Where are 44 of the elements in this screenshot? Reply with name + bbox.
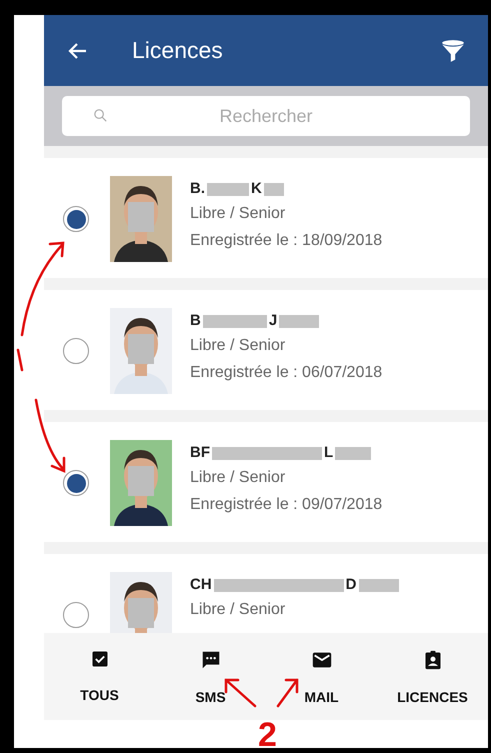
licence-card[interactable]: B. K Libre / Senior Enregistrée le : 18/09/2018: [44, 158, 488, 278]
redaction-mark: [279, 314, 320, 328]
chat-bubble-icon: [200, 649, 222, 671]
redaction-mark: [335, 446, 372, 460]
licensee-name: B.: [190, 178, 205, 199]
search-field[interactable]: Rechercher: [62, 96, 470, 136]
redaction-mark: [202, 314, 267, 328]
redaction-mark: [264, 182, 284, 196]
annotation-arrow: [276, 678, 299, 708]
radio-button[interactable]: [63, 206, 89, 232]
licence-card[interactable]: BF L Libre / Senior Enregistrée le : 09/07/2018: [44, 422, 488, 542]
radio-button[interactable]: [63, 338, 89, 364]
radio-button[interactable]: [63, 470, 89, 496]
filter-icon[interactable]: [440, 38, 466, 64]
search-icon: [92, 107, 109, 124]
registration-date: Enregistrée le : 09/07/2018: [190, 495, 382, 515]
licence-card[interactable]: CH D Libre / Senior: [44, 554, 488, 633]
licensee-name: BF: [190, 442, 210, 463]
annotation-arrow: [224, 678, 257, 708]
toolbar-button[interactable]: SMS: [155, 633, 266, 720]
licensee-name: K: [251, 178, 262, 199]
checkbox-icon: [90, 649, 110, 669]
registration-date: Enregistrée le : 06/07/2018: [190, 363, 382, 383]
toolbar-button[interactable]: MAIL: [266, 633, 377, 720]
licence-category: Libre / Senior: [190, 204, 286, 224]
radio-button[interactable]: [63, 602, 89, 628]
licence-card[interactable]: B J Libre / Senior Enregistrée le : 06/07/2018: [44, 290, 488, 410]
annotation-number: 2: [258, 718, 277, 752]
redaction-mark: [358, 578, 399, 592]
licensee-name: L: [324, 442, 334, 463]
toolbar-button[interactable]: LICENCES: [377, 633, 488, 720]
licensee-name: J: [268, 310, 278, 331]
licensee-name: CH: [190, 574, 212, 595]
registration-date: Enregistrée le : 18/09/2018: [190, 231, 382, 251]
annotation-mark: [16, 348, 24, 372]
id-badge-icon: [422, 649, 442, 671]
licensee-name: B: [190, 310, 201, 331]
licence-category: Libre / Senior: [190, 468, 286, 488]
licensee-name: D: [346, 574, 357, 595]
licence-category: Libre / Senior: [190, 600, 286, 620]
licence-category: Libre / Senior: [190, 336, 286, 356]
redaction-mark: [207, 182, 249, 196]
screen-title: Licences: [132, 36, 224, 66]
toolbar-button[interactable]: TOUS: [44, 633, 155, 720]
